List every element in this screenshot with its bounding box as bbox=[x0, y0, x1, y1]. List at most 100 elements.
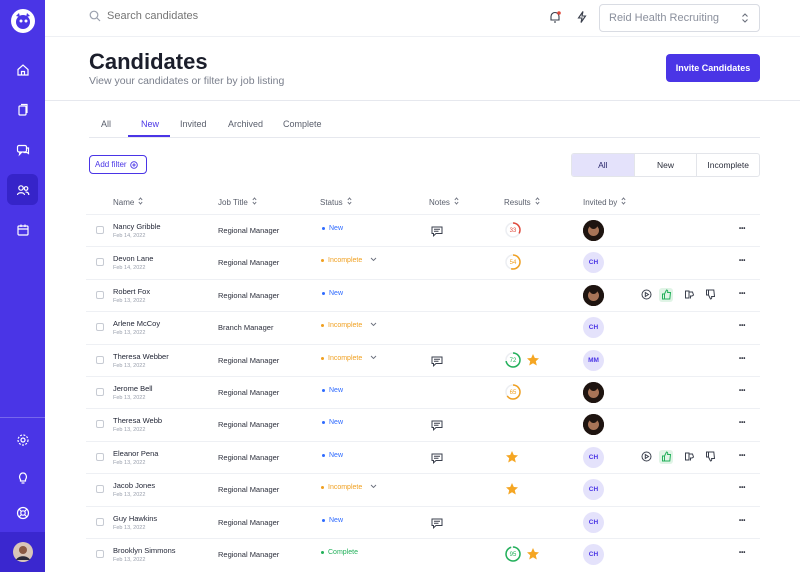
candidates-icon[interactable] bbox=[7, 174, 38, 205]
tab-all[interactable]: All bbox=[101, 119, 111, 129]
more-options-icon[interactable]: ••• bbox=[739, 323, 745, 329]
logo-icon[interactable] bbox=[7, 5, 38, 36]
user-avatar[interactable] bbox=[0, 532, 45, 572]
status-badge[interactable]: Incomplete bbox=[321, 257, 377, 264]
segment-incomplete[interactable]: Incomplete bbox=[696, 154, 759, 176]
column-header-invited-by[interactable]: Invited by bbox=[583, 197, 626, 207]
row-checkbox[interactable] bbox=[96, 355, 104, 364]
candidate-name[interactable]: Theresa Webber bbox=[113, 352, 169, 361]
candidate-name[interactable]: Jacob Jones bbox=[113, 481, 155, 490]
table-row[interactable]: Jerome Bell Feb 13, 2022 Regional Manager N… bbox=[86, 376, 760, 407]
table-row[interactable]: Brooklyn Simmons Feb 13, 2022 Regional Man… bbox=[86, 538, 760, 569]
note-icon[interactable] bbox=[431, 224, 443, 242]
star-icon[interactable] bbox=[526, 547, 540, 566]
candidate-name[interactable]: Jerome Bell bbox=[113, 384, 153, 393]
row-checkbox[interactable] bbox=[96, 290, 104, 299]
tab-complete[interactable]: Complete bbox=[283, 119, 322, 129]
help-icon[interactable] bbox=[7, 497, 38, 528]
chevron-down-icon[interactable] bbox=[370, 257, 377, 264]
more-options-icon[interactable]: ••• bbox=[739, 420, 745, 426]
play-icon[interactable] bbox=[639, 288, 653, 302]
status-badge[interactable]: Incomplete bbox=[321, 355, 377, 362]
status-badge[interactable]: Incomplete bbox=[321, 484, 377, 491]
note-icon[interactable] bbox=[431, 418, 443, 436]
more-options-icon[interactable]: ••• bbox=[739, 453, 745, 459]
more-options-icon[interactable]: ••• bbox=[739, 226, 745, 232]
more-options-icon[interactable]: ••• bbox=[739, 356, 745, 362]
chevron-down-icon[interactable] bbox=[370, 355, 377, 362]
tab-new[interactable]: New bbox=[141, 119, 159, 129]
column-header-job-title[interactable]: Job Title bbox=[218, 197, 257, 207]
chevron-down-icon[interactable] bbox=[370, 484, 377, 491]
candidate-name[interactable]: Guy Hawkins bbox=[113, 514, 157, 523]
tab-invited[interactable]: Invited bbox=[180, 119, 207, 129]
column-header-name[interactable]: Name bbox=[113, 197, 143, 207]
chevron-down-icon[interactable] bbox=[370, 322, 377, 329]
more-options-icon[interactable]: ••• bbox=[739, 518, 745, 524]
lightbulb-icon[interactable] bbox=[7, 462, 38, 493]
row-checkbox[interactable] bbox=[96, 452, 104, 461]
search-bar[interactable] bbox=[89, 10, 307, 22]
more-options-icon[interactable]: ••• bbox=[739, 550, 745, 556]
note-icon[interactable] bbox=[431, 354, 443, 372]
table-row[interactable]: Eleanor Pena Feb 13, 2022 Regional Manager… bbox=[86, 440, 760, 472]
add-filter-button[interactable]: Add filter bbox=[89, 155, 147, 174]
candidate-name[interactable]: Devon Lane bbox=[113, 254, 153, 263]
row-checkbox[interactable] bbox=[96, 388, 104, 396]
table-row[interactable]: Nancy Gribble Feb 14, 2022 Regional Manage… bbox=[86, 214, 760, 245]
candidate-name[interactable]: Brooklyn Simmons bbox=[113, 546, 176, 555]
candidate-name[interactable]: Robert Fox bbox=[113, 287, 150, 296]
calendar-icon[interactable] bbox=[7, 214, 38, 245]
table-row[interactable]: Theresa Webber Feb 13, 2022 Regional Manag… bbox=[86, 343, 760, 375]
note-icon[interactable] bbox=[431, 451, 443, 469]
thumbs-sideways-icon[interactable] bbox=[682, 450, 696, 464]
table-row[interactable]: Robert Fox Feb 13, 2022 Regional Manager Ne… bbox=[86, 278, 760, 310]
row-checkbox[interactable] bbox=[96, 323, 104, 332]
table-row[interactable]: Guy Hawkins Feb 13, 2022 Regional Manager N… bbox=[86, 505, 760, 537]
star-icon[interactable] bbox=[505, 482, 519, 501]
segment-new[interactable]: New bbox=[633, 154, 697, 176]
tab-archived[interactable]: Archived bbox=[228, 119, 263, 129]
invite-candidates-button[interactable]: Invite Candidates bbox=[666, 54, 760, 82]
row-checkbox[interactable] bbox=[96, 420, 104, 429]
row-checkbox[interactable] bbox=[96, 517, 104, 526]
more-options-icon[interactable]: ••• bbox=[739, 291, 745, 297]
table-row[interactable]: Arlene McCoy Feb 13, 2022 Branch Manager In… bbox=[86, 311, 760, 342]
note-icon[interactable] bbox=[431, 516, 443, 534]
row-checkbox[interactable] bbox=[96, 258, 104, 267]
table-row[interactable]: Theresa Webb Feb 13, 2022 Regional Manager… bbox=[86, 408, 760, 439]
thumbs-down-icon[interactable] bbox=[703, 450, 717, 464]
thumbs-sideways-icon[interactable] bbox=[682, 288, 696, 302]
more-options-icon[interactable]: ••• bbox=[739, 258, 745, 264]
more-options-icon[interactable]: ••• bbox=[739, 388, 745, 394]
candidate-name[interactable]: Nancy Gribble bbox=[113, 222, 161, 231]
home-icon[interactable] bbox=[7, 54, 38, 85]
bell-icon[interactable] bbox=[548, 10, 562, 29]
row-checkbox[interactable] bbox=[96, 485, 104, 494]
documents-icon[interactable] bbox=[7, 94, 38, 125]
star-icon[interactable] bbox=[505, 450, 519, 469]
thumbs-up-icon[interactable] bbox=[659, 287, 673, 302]
status-badge[interactable]: Incomplete bbox=[321, 322, 377, 329]
settings-icon[interactable] bbox=[7, 424, 38, 455]
candidate-name[interactable]: Theresa Webb bbox=[113, 416, 162, 425]
messages-icon[interactable] bbox=[7, 134, 38, 165]
table-row[interactable]: Devon Lane Feb 14, 2022 Regional Manager In… bbox=[86, 246, 760, 277]
play-icon[interactable] bbox=[639, 450, 653, 464]
organization-select[interactable]: Reid Health Recruiting bbox=[599, 4, 760, 32]
row-checkbox[interactable] bbox=[96, 226, 104, 234]
star-icon[interactable] bbox=[526, 353, 540, 372]
thumbs-up-icon[interactable] bbox=[659, 449, 673, 464]
thumbs-down-icon[interactable] bbox=[703, 288, 717, 302]
segment-all[interactable]: All bbox=[572, 154, 634, 176]
column-header-results[interactable]: Results bbox=[504, 197, 540, 207]
table-row[interactable]: Jacob Jones Feb 13, 2022 Regional Manager I… bbox=[86, 473, 760, 504]
search-input[interactable] bbox=[107, 10, 307, 22]
row-checkbox[interactable] bbox=[96, 550, 104, 558]
candidate-name[interactable]: Arlene McCoy bbox=[113, 319, 160, 328]
column-header-notes[interactable]: Notes bbox=[429, 197, 459, 207]
lightning-icon[interactable] bbox=[575, 10, 589, 29]
candidate-name[interactable]: Eleanor Pena bbox=[113, 449, 158, 458]
more-options-icon[interactable]: ••• bbox=[739, 485, 745, 491]
column-header-status[interactable]: Status bbox=[320, 197, 352, 207]
